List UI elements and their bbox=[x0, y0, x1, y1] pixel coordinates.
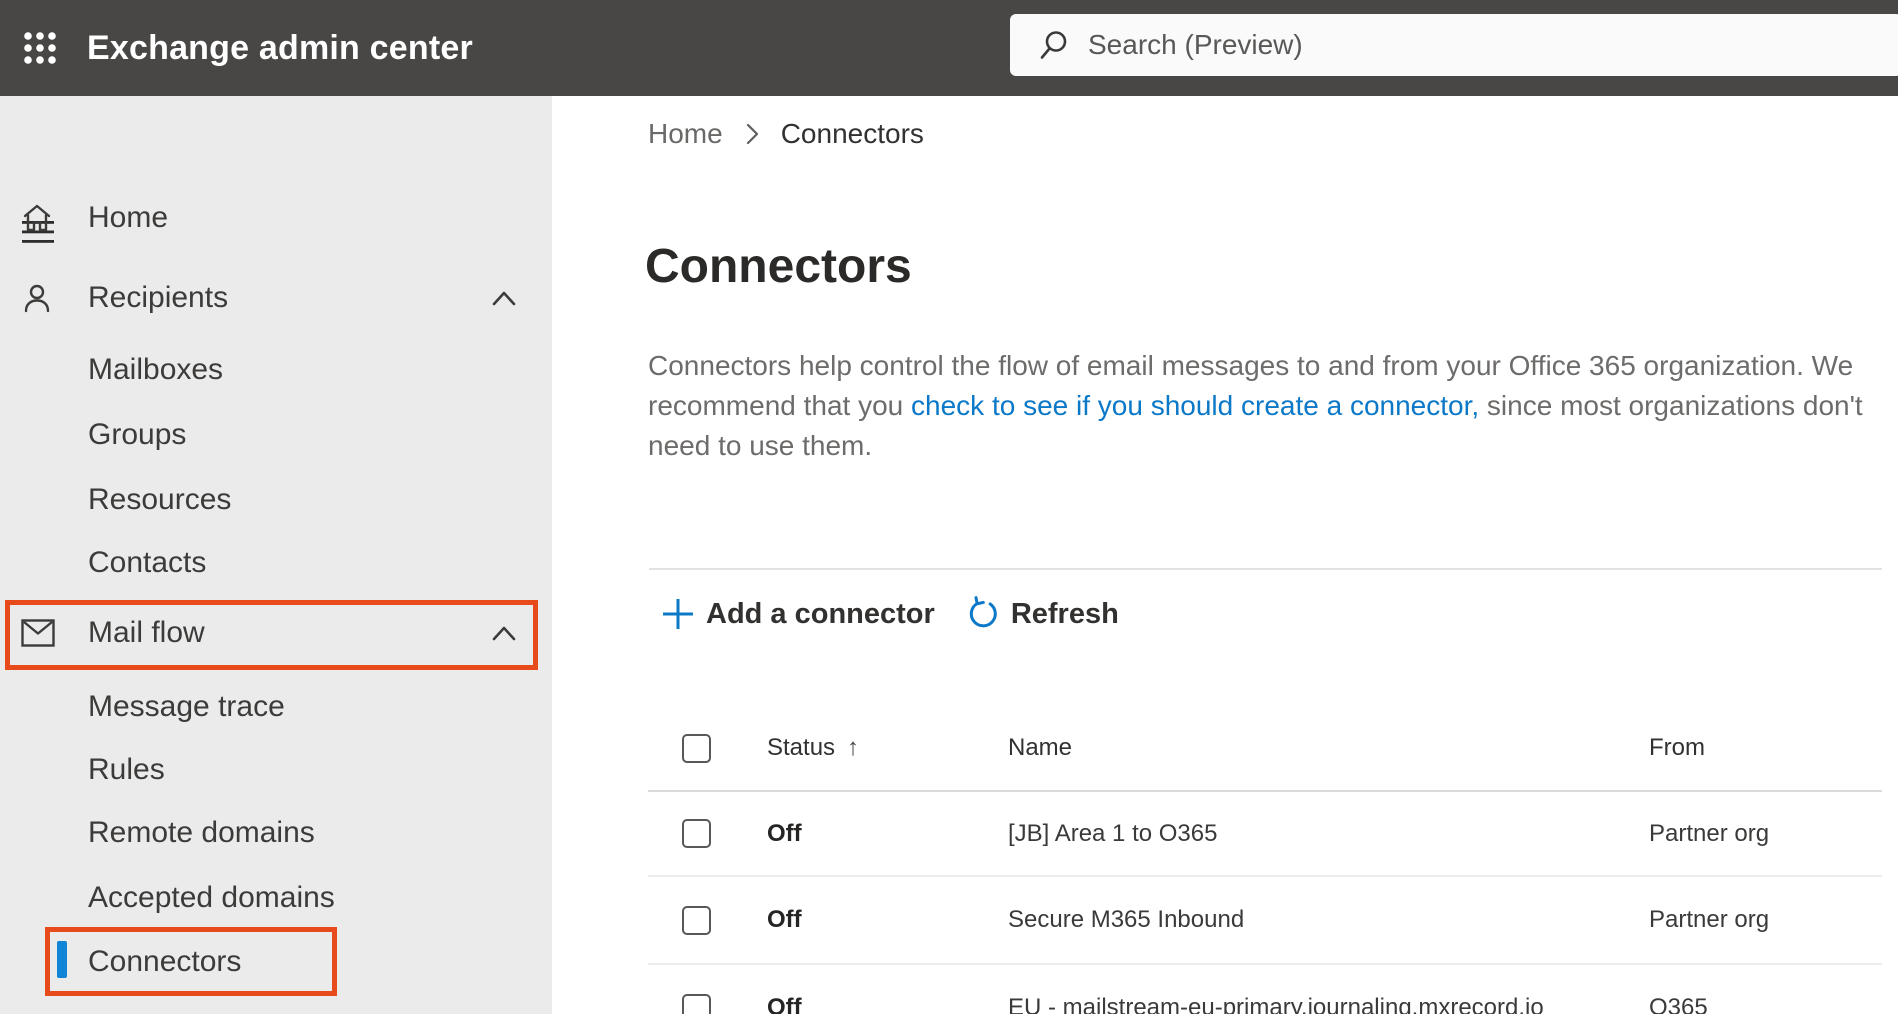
sidebar: Home Recipients Mailboxes Groups Resourc… bbox=[0, 96, 552, 1014]
app-launcher-button[interactable] bbox=[14, 22, 66, 74]
breadcrumb-home-link[interactable]: Home bbox=[648, 118, 723, 150]
column-header-name[interactable]: Name bbox=[1008, 734, 1649, 762]
main-content: Home Connectors Connectors Connectors he… bbox=[552, 96, 1898, 1014]
sidebar-item-label: Mailboxes bbox=[88, 353, 224, 386]
refresh-icon bbox=[969, 596, 997, 628]
status-header-label: Status bbox=[767, 734, 836, 761]
mail-icon bbox=[21, 619, 55, 647]
row-checkbox[interactable] bbox=[682, 993, 711, 1014]
sidebar-item-recipients[interactable]: Recipients bbox=[0, 266, 552, 330]
sidebar-item-label: Mail flow bbox=[88, 616, 205, 649]
sidebar-item-label: Groups bbox=[88, 418, 187, 451]
from-cell: Partner org bbox=[1649, 819, 1770, 847]
sidebar-item-label: Connectors bbox=[88, 945, 242, 978]
toolbar: Add a connector Refresh bbox=[648, 590, 1119, 638]
sidebar-item-mail-flow[interactable]: Mail flow bbox=[0, 601, 552, 665]
row-checkbox-cell bbox=[648, 905, 767, 935]
column-header-from[interactable]: From bbox=[1649, 734, 1882, 762]
row-checkbox-cell bbox=[648, 993, 767, 1014]
home-icon bbox=[23, 204, 51, 232]
person-icon bbox=[24, 284, 50, 313]
header-checkbox-cell bbox=[648, 733, 767, 763]
waffle-icon bbox=[24, 32, 56, 64]
create-connector-check-link[interactable]: check to see if you should create a conn… bbox=[911, 390, 1479, 421]
topbar: Exchange admin center bbox=[0, 0, 1898, 96]
sidebar-item-remote-domains[interactable]: Remote domains bbox=[0, 801, 552, 865]
sidebar-item-mailboxes[interactable]: Mailboxes bbox=[0, 338, 552, 402]
status-cell: Off bbox=[767, 994, 802, 1014]
add-connector-label: Add a connector bbox=[706, 597, 935, 630]
toolbar-divider bbox=[649, 568, 1882, 570]
table-row[interactable]: Off EU - mailstream-eu-primary.journalin… bbox=[648, 965, 1882, 1014]
sort-ascending-icon: ↑ bbox=[847, 734, 860, 761]
row-checkbox[interactable] bbox=[682, 905, 711, 935]
page-title: Connectors bbox=[645, 240, 912, 293]
sidebar-item-label: Rules bbox=[88, 753, 165, 786]
sidebar-item-groups[interactable]: Groups bbox=[0, 403, 552, 467]
from-cell: O365 bbox=[1649, 994, 1708, 1014]
name-cell[interactable]: Secure M365 Inbound bbox=[1008, 906, 1649, 934]
table-row[interactable]: Off [JB] Area 1 to O365 Partner org bbox=[648, 792, 1882, 877]
sidebar-item-label: Accepted domains bbox=[88, 881, 335, 914]
status-cell: Off bbox=[767, 906, 802, 933]
sidebar-item-resources[interactable]: Resources bbox=[0, 468, 552, 532]
sidebar-item-label: Remote domains bbox=[88, 816, 315, 849]
row-checkbox[interactable] bbox=[682, 819, 711, 848]
row-checkbox-cell bbox=[648, 819, 767, 848]
column-header-status[interactable]: Status ↑ bbox=[767, 734, 1008, 762]
connectors-table: Status ↑ Name From Off [JB] Area 1 to O3… bbox=[648, 706, 1882, 1014]
sidebar-item-message-trace[interactable]: Message trace bbox=[0, 675, 552, 739]
chevron-up-icon[interactable] bbox=[491, 625, 517, 641]
plus-icon bbox=[663, 599, 693, 629]
refresh-button[interactable]: Refresh bbox=[965, 590, 1119, 638]
sidebar-item-label: Resources bbox=[88, 483, 232, 516]
search-input[interactable] bbox=[1088, 29, 1788, 61]
search-box[interactable] bbox=[1010, 14, 1898, 76]
status-cell: Off bbox=[767, 819, 802, 847]
table-header-row: Status ↑ Name From bbox=[648, 706, 1882, 792]
app-title: Exchange admin center bbox=[87, 28, 473, 67]
page-description: Connectors help control the flow of emai… bbox=[648, 346, 1898, 466]
refresh-label: Refresh bbox=[1010, 597, 1119, 630]
sidebar-item-label: Message trace bbox=[88, 690, 285, 723]
add-connector-button[interactable]: Add a connector bbox=[660, 590, 935, 638]
sidebar-item-label: Recipients bbox=[88, 281, 229, 314]
chevron-up-icon[interactable] bbox=[491, 290, 517, 306]
breadcrumb: Home Connectors bbox=[648, 116, 924, 152]
selected-item-indicator bbox=[57, 941, 67, 978]
from-cell: Partner org bbox=[1649, 906, 1770, 933]
sidebar-item-label: Contacts bbox=[88, 546, 207, 579]
chevron-right-icon bbox=[745, 121, 761, 147]
name-cell[interactable]: [JB] Area 1 to O365 bbox=[1008, 820, 1649, 848]
select-all-checkbox[interactable] bbox=[682, 733, 711, 763]
sidebar-item-label: Home bbox=[88, 201, 169, 234]
sidebar-item-rules[interactable]: Rules bbox=[0, 738, 552, 802]
name-cell[interactable]: EU - mailstream-eu-primary.journaling.mx… bbox=[1008, 994, 1649, 1014]
sidebar-item-connectors[interactable]: Connectors bbox=[0, 930, 552, 994]
table-row[interactable]: Off Secure M365 Inbound Partner org bbox=[648, 877, 1882, 965]
sidebar-item-contacts[interactable]: Contacts bbox=[0, 531, 552, 595]
breadcrumb-current: Connectors bbox=[780, 118, 924, 149]
search-icon bbox=[1040, 31, 1067, 59]
sidebar-item-accepted-domains[interactable]: Accepted domains bbox=[0, 866, 552, 930]
sidebar-item-home[interactable]: Home bbox=[0, 186, 552, 250]
